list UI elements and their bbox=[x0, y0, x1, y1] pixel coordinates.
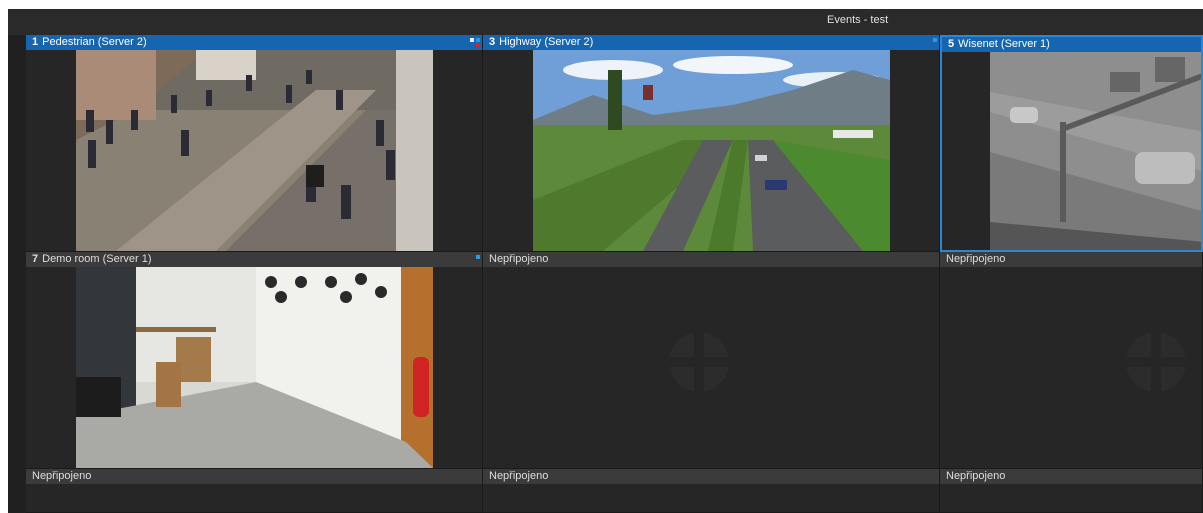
tile-header: Nepřipojeno bbox=[26, 469, 482, 484]
tile-status-label: Nepřipojeno bbox=[489, 470, 549, 482]
camera-tile-empty[interactable]: Nepřipojeno bbox=[26, 469, 483, 513]
camera-tile-empty[interactable]: Nepřipojeno bbox=[940, 252, 1203, 469]
camera-placeholder-logo bbox=[669, 332, 729, 392]
alert-indicator-icon bbox=[476, 43, 480, 47]
tile-header: 3 Highway (Server 2) bbox=[483, 35, 939, 50]
tile-status-label: Nepřipojeno bbox=[489, 253, 549, 265]
tile-status-label: Nepřipojeno bbox=[32, 470, 92, 482]
tile-number: 7 bbox=[32, 253, 39, 265]
tile-header: 5 Wisenet (Server 1) bbox=[942, 37, 1201, 52]
tile-header: Nepřipojeno bbox=[483, 252, 939, 267]
tile-status-label: Nepřipojeno bbox=[946, 470, 1006, 482]
camera-tile-demo-room[interactable]: 7 Demo room (Server 1) bbox=[26, 252, 483, 469]
camera-tile-empty[interactable]: Nepřipojeno bbox=[483, 252, 940, 469]
tile-number: 1 bbox=[32, 36, 39, 48]
tile-status-label: Nepřipojeno bbox=[946, 253, 1006, 265]
tile-camera-name: Wisenet (Server 1) bbox=[958, 38, 1050, 50]
tile-camera-name: Highway (Server 2) bbox=[499, 36, 594, 48]
camera-tile-empty[interactable]: Nepřipojeno bbox=[940, 469, 1203, 513]
video-feed-highway[interactable] bbox=[533, 50, 890, 251]
tile-header: 7 Demo room (Server 1) bbox=[26, 252, 482, 267]
view-title-bar: Events - test bbox=[8, 9, 1203, 35]
camera-placeholder-logo bbox=[1126, 332, 1186, 392]
indicator-icon bbox=[476, 38, 480, 42]
indicator-icon bbox=[476, 255, 480, 259]
tile-header: Nepřipojeno bbox=[940, 469, 1202, 484]
tile-camera-name: Pedestrian (Server 2) bbox=[42, 36, 147, 48]
tile-header: 1 Pedestrian (Server 2) bbox=[26, 35, 482, 50]
tile-header: Nepřipojeno bbox=[940, 252, 1202, 267]
left-margin bbox=[0, 9, 8, 513]
tile-number: 5 bbox=[948, 38, 955, 50]
tile-header: Nepřipojeno bbox=[483, 469, 939, 484]
tile-number: 3 bbox=[489, 36, 496, 48]
camera-tile-highway[interactable]: 3 Highway (Server 2) bbox=[483, 35, 940, 252]
video-feed-pedestrian[interactable] bbox=[76, 50, 433, 251]
indicator-icon bbox=[933, 38, 937, 42]
camera-tile-wisenet[interactable]: 5 Wisenet (Server 1) bbox=[940, 35, 1203, 252]
indicator-icon bbox=[470, 38, 474, 42]
video-feed-demo-room[interactable] bbox=[76, 267, 433, 468]
camera-grid: 1 Pedestrian (Server 2) 3 Highway (Serve… bbox=[26, 35, 1203, 513]
tile-camera-name: Demo room (Server 1) bbox=[42, 253, 152, 265]
camera-tile-pedestrian[interactable]: 1 Pedestrian (Server 2) bbox=[26, 35, 483, 252]
view-title: Events - test bbox=[827, 14, 889, 26]
top-band bbox=[0, 0, 1203, 9]
video-feed-wisenet[interactable] bbox=[990, 52, 1201, 250]
camera-tile-empty[interactable]: Nepřipojeno bbox=[483, 469, 940, 513]
